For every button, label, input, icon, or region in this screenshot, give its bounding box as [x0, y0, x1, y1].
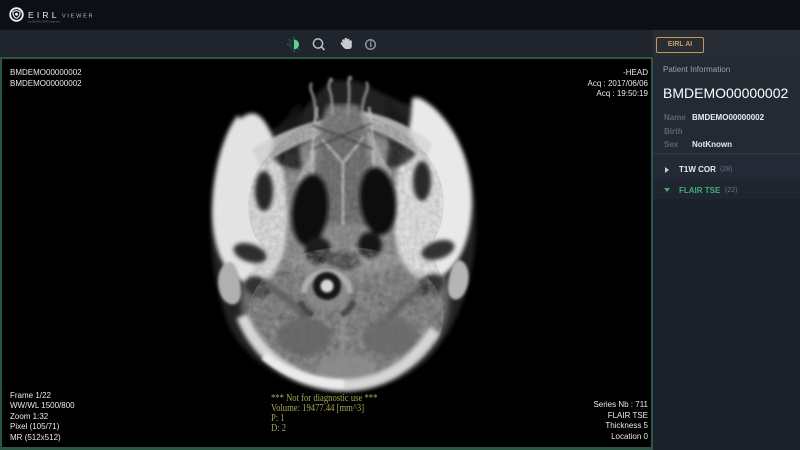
svg-text:VIEWER: VIEWER [62, 13, 94, 19]
svg-text:for BRAIN MRI segment: for BRAIN MRI segment [28, 19, 60, 23]
